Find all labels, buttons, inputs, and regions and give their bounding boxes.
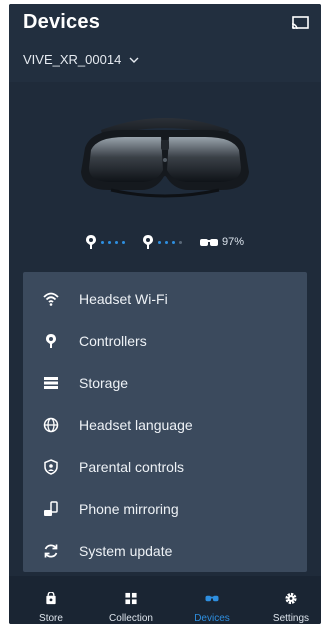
menu-item-headset-language[interactable]: Headset language — [23, 404, 307, 446]
tab-label: Collection — [109, 613, 153, 624]
battery-dot — [121, 240, 125, 244]
gear-icon — [285, 592, 297, 605]
battery-dot — [107, 240, 111, 244]
battery-dot — [157, 240, 161, 244]
header: Devices VIVE_XR_00014 — [9, 4, 321, 82]
shield-icon — [44, 459, 58, 475]
bottom-tab-bar: Store Collection Devices Settings — [9, 576, 321, 624]
tab-settings[interactable]: Settings — [267, 576, 315, 624]
headset-image — [81, 118, 249, 198]
tab-devices[interactable]: Devices — [189, 576, 235, 624]
phone-mirroring-icon — [44, 501, 58, 516]
controller-icon — [142, 235, 153, 249]
battery-dot — [178, 240, 182, 244]
headset-icon — [205, 595, 219, 602]
device-menu: Headset Wi-Fi Controllers Storage Headse… — [23, 272, 307, 572]
headset-battery: 97% — [199, 236, 245, 248]
menu-item-phone-mirroring[interactable]: Phone mirroring — [23, 488, 307, 530]
app-window: Devices VIVE_XR_00014 97% Headset Wi-Fi … — [9, 4, 321, 624]
cast-icon[interactable] — [291, 16, 309, 30]
device-status-row: 97% — [9, 232, 321, 252]
menu-item-label: Storage — [79, 375, 129, 391]
controller-icon — [85, 235, 96, 249]
menu-item-headset-wifi[interactable]: Headset Wi-Fi — [23, 278, 307, 320]
battery-dot — [100, 240, 104, 244]
tab-store[interactable]: Store — [29, 576, 73, 624]
device-name: VIVE_XR_00014 — [23, 52, 122, 67]
battery-dot — [164, 240, 168, 244]
menu-item-storage[interactable]: Storage — [23, 362, 307, 404]
controller-icon — [46, 334, 56, 348]
menu-item-label: System update — [79, 543, 173, 559]
tab-collection[interactable]: Collection — [101, 576, 161, 624]
menu-item-system-update[interactable]: System update — [23, 530, 307, 572]
page-title: Devices — [23, 11, 101, 33]
battery-dot — [171, 240, 175, 244]
tab-label: Settings — [272, 613, 310, 624]
globe-icon — [43, 417, 59, 433]
menu-item-controllers[interactable]: Controllers — [23, 320, 307, 362]
menu-item-parental-controls[interactable]: Parental controls — [23, 446, 307, 488]
grid-icon — [125, 592, 137, 605]
controller-status — [85, 235, 125, 249]
battery-dots-2 — [157, 240, 182, 244]
menu-item-label: Parental controls — [79, 459, 185, 475]
store-icon — [46, 592, 56, 605]
menu-item-label: Controllers — [79, 333, 147, 349]
menu-item-label: Headset language — [79, 417, 193, 433]
device-selector[interactable]: VIVE_XR_00014 — [23, 52, 139, 67]
storage-icon — [44, 377, 58, 389]
headset-glasses-icon — [199, 238, 218, 246]
controller-status — [142, 235, 182, 249]
refresh-icon — [44, 544, 58, 558]
headset-battery-level: 97% — [221, 236, 245, 248]
wifi-icon — [43, 292, 59, 306]
chevron-down-icon — [129, 57, 139, 63]
menu-item-label: Headset Wi-Fi — [79, 291, 168, 307]
battery-dots-1 — [100, 240, 125, 244]
tab-label: Devices — [194, 613, 230, 624]
menu-item-label: Phone mirroring — [79, 501, 179, 517]
battery-dot — [114, 240, 118, 244]
tab-label: Store — [39, 613, 63, 624]
